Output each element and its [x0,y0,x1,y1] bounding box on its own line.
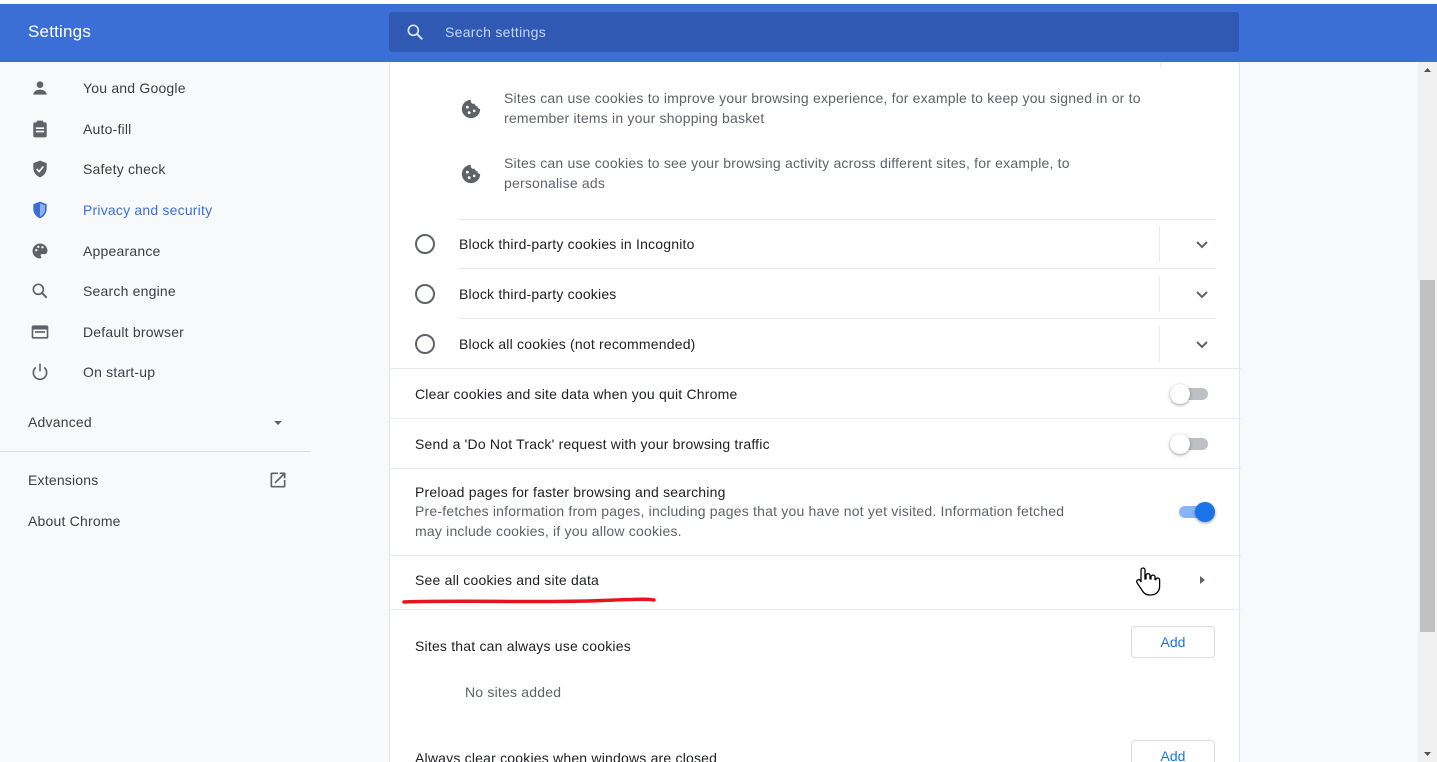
radio-label: Block all cookies (not recommended) [459,336,696,352]
cookie-info-1-line1: Sites can use cookies to improve your br… [504,90,1141,106]
clipboard-icon [33,120,47,138]
cookie-icon [461,164,481,184]
search-icon [407,24,423,40]
scroll-thumb[interactable] [1420,280,1435,632]
separator [459,318,1216,319]
radio-block-third-party-incognito[interactable] [415,234,435,254]
no-sites-label: No sites added [465,684,562,700]
shield-check-icon [33,160,47,178]
do-not-track-label: Send a 'Do Not Track' request with your … [415,436,770,452]
sidebar-item-on-startup[interactable]: On start-up [0,354,310,390]
palette-icon [32,243,48,259]
preload-desc-line2: may include cookies, if you allow cookie… [415,523,682,539]
sidebar-item-label: Search engine [83,283,176,299]
person-icon [33,81,47,95]
sidebar-item-appearance[interactable]: Appearance [0,233,310,269]
separator [390,368,1241,369]
separator [459,268,1216,269]
browser-icon [31,325,49,339]
sidebar-item-you-and-google[interactable]: You and Google [0,70,310,106]
sidebar-item-privacy-and-security[interactable]: Privacy and security [0,192,310,228]
sidebar-item-label: You and Google [83,80,186,96]
separator [390,418,1241,419]
sidebar-divider [0,451,310,452]
scroll-down-arrow-icon[interactable] [1418,745,1437,762]
clear-on-quit-label: Clear cookies and site data when you qui… [415,386,738,402]
cookie-info-2-line1: Sites can use cookies to see your browsi… [504,155,1070,171]
sidebar-item-autofill[interactable]: Auto-fill [0,111,310,147]
separator [1159,326,1160,362]
sidebar-item-default-browser[interactable]: Default browser [0,314,310,350]
chevron-down-icon[interactable] [272,419,284,427]
hand-cursor-icon [1136,567,1161,596]
add-always-allow-button[interactable]: Add [1131,626,1215,658]
clear-on-quit-toggle[interactable] [1170,383,1210,405]
sidebar-item-label: Auto-fill [83,121,132,137]
search-input[interactable] [445,12,1205,52]
separator [459,219,1216,220]
separator [390,609,1241,610]
always-clear-label: Always clear cookies when windows are cl… [415,750,718,762]
settings-card: Sites can use cookies to improve your br… [389,62,1241,762]
sidebar-about-chrome[interactable]: About Chrome [28,513,121,529]
sidebar: You and Google Auto-fill Safety check Pr… [0,62,310,762]
power-icon [32,363,48,381]
chevron-down-icon[interactable] [1194,236,1210,252]
see-all-cookies-row[interactable]: See all cookies and site data [415,572,1215,594]
preload-desc-line1: Pre-fetches information from pages, incl… [415,503,1065,519]
sidebar-extensions[interactable]: Extensions [28,472,98,488]
cookie-info-2: Sites can use cookies to see your browsi… [504,153,1070,193]
see-all-cookies-label: See all cookies and site data [415,572,600,588]
app-header: Settings [0,0,1437,62]
radio-block-all[interactable] [415,334,435,354]
separator [1159,276,1160,312]
red-annotation-underline [402,597,656,604]
chevron-down-icon[interactable] [1194,336,1210,352]
separator [390,468,1241,469]
cookie-icon [461,99,481,119]
sidebar-item-label: On start-up [83,364,156,380]
sidebar-item-label: Privacy and security [83,202,213,218]
extensions-label: Extensions [28,472,99,488]
search-icon [32,283,48,299]
shield-icon [33,201,47,219]
sidebar-item-search-engine[interactable]: Search engine [0,273,310,309]
scroll-up-arrow-icon[interactable] [1418,62,1437,79]
separator [1160,62,1161,68]
search-bar[interactable] [389,12,1239,52]
chevron-down-icon[interactable] [1194,286,1210,302]
radio-label: Block third-party cookies [459,286,617,302]
arrow-right-icon[interactable] [1197,574,1207,586]
separator [390,555,1241,556]
always-allow-label: Sites that can always use cookies [415,638,631,654]
do-not-track-toggle[interactable] [1170,433,1210,455]
preload-toggle[interactable] [1175,501,1215,523]
radio-block-third-party[interactable] [415,284,435,304]
about-chrome-label: About Chrome [28,513,121,529]
sidebar-item-label: Default browser [83,324,185,340]
add-always-clear-button[interactable]: Add [1131,740,1215,762]
preload-description: Pre-fetches information from pages, incl… [415,501,1064,541]
page-title: Settings [28,22,92,41]
radio-label: Block third-party cookies in Incognito [459,236,695,252]
preload-label: Preload pages for faster browsing and se… [415,484,726,500]
open-in-new-icon[interactable] [268,470,288,490]
cookie-info-1-line2: remember items in your shopping basket [504,110,765,126]
scrollbar[interactable] [1418,62,1437,762]
sidebar-item-safety-check[interactable]: Safety check [0,151,310,187]
advanced-label: Advanced [28,414,92,430]
sidebar-item-label: Safety check [83,161,166,177]
cookie-info-1: Sites can use cookies to improve your br… [504,88,1141,128]
separator [1159,226,1160,262]
sidebar-item-label: Appearance [83,243,161,259]
sidebar-advanced[interactable]: Advanced [28,414,290,430]
cookie-info-2-line2: personalise ads [504,175,606,191]
